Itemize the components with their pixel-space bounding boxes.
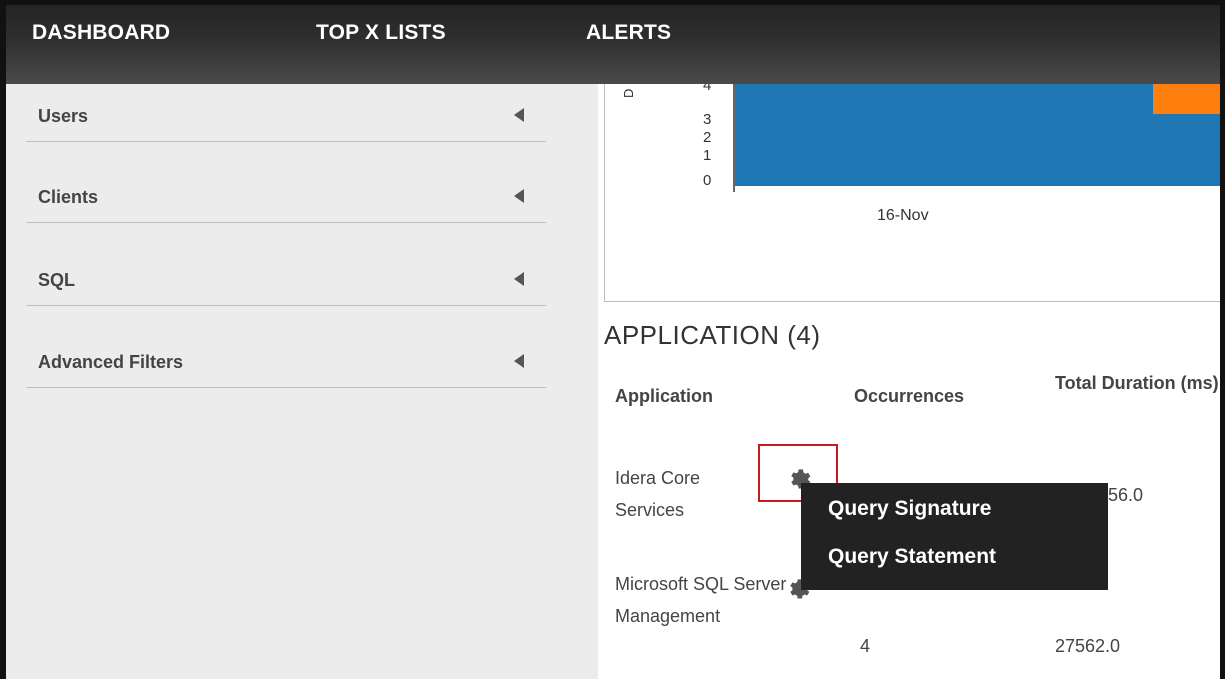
nav-alerts[interactable]: ALERTS (586, 21, 671, 45)
cell-total-duration: 27562.0 (1055, 636, 1121, 656)
sidebar-item-label: Users (38, 106, 89, 126)
y-tick-4: 4 (703, 84, 711, 94)
top-nav: DASHBOARD TOP X LISTS ALERTS (0, 0, 1225, 84)
column-header-occurrences[interactable]: Occurrences (854, 383, 964, 409)
cell-application: Idera Core Services (615, 468, 701, 520)
main-content: D 4 3 2 1 0 16-Nov APPLICATION (4) Appli… (598, 84, 1225, 679)
collapse-arrow-icon[interactable] (514, 189, 524, 203)
sidebar-item-sql[interactable]: SQL (26, 270, 546, 306)
context-menu: Query Signature Query Statement (801, 483, 1108, 590)
nav-top-x-lists[interactable]: TOP X LISTS (316, 21, 446, 45)
sidebar-item-clients[interactable]: Clients (26, 187, 546, 223)
nav-dashboard[interactable]: DASHBOARD (32, 21, 170, 45)
section-title: APPLICATION (4) (604, 320, 821, 350)
collapse-arrow-icon[interactable] (514, 354, 524, 368)
x-tick-16-nov: 16-Nov (877, 207, 929, 224)
sidebar-item-label: SQL (38, 270, 76, 290)
chart-panel: D 4 3 2 1 0 16-Nov (604, 84, 1225, 302)
cell-occurrences: 4 (860, 636, 871, 656)
collapse-arrow-icon[interactable] (514, 108, 524, 122)
column-header-total-duration[interactable]: Total Duration (ms) (1055, 370, 1225, 396)
y-tick-0: 0 (703, 172, 711, 189)
bar-series1 (735, 84, 1225, 186)
column-header-application[interactable]: Application (615, 383, 713, 409)
y-tick-3: 3 (703, 111, 711, 128)
cell-application: Microsoft SQL Server Management (615, 574, 787, 626)
menu-item-query-signature[interactable]: Query Signature (828, 497, 991, 521)
bar-series2 (1153, 84, 1225, 114)
sidebar: Users Clients SQL Advanced Filters (0, 84, 598, 679)
collapse-arrow-icon[interactable] (514, 272, 524, 286)
bar-chart: D 4 3 2 1 0 16-Nov (621, 84, 1225, 224)
sidebar-item-advanced-filters[interactable]: Advanced Filters (26, 352, 546, 388)
window-edge (1220, 0, 1225, 679)
y-tick-1: 1 (703, 147, 711, 164)
menu-item-query-statement[interactable]: Query Statement (828, 545, 996, 569)
y-tick-2: 2 (703, 129, 711, 146)
sidebar-item-label: Clients (38, 187, 99, 207)
cell-total-duration: 56.0 (1108, 485, 1144, 505)
sidebar-item-label: Advanced Filters (38, 352, 184, 372)
sidebar-item-users[interactable]: Users (26, 106, 546, 142)
y-axis-label-fragment: D (621, 89, 636, 98)
